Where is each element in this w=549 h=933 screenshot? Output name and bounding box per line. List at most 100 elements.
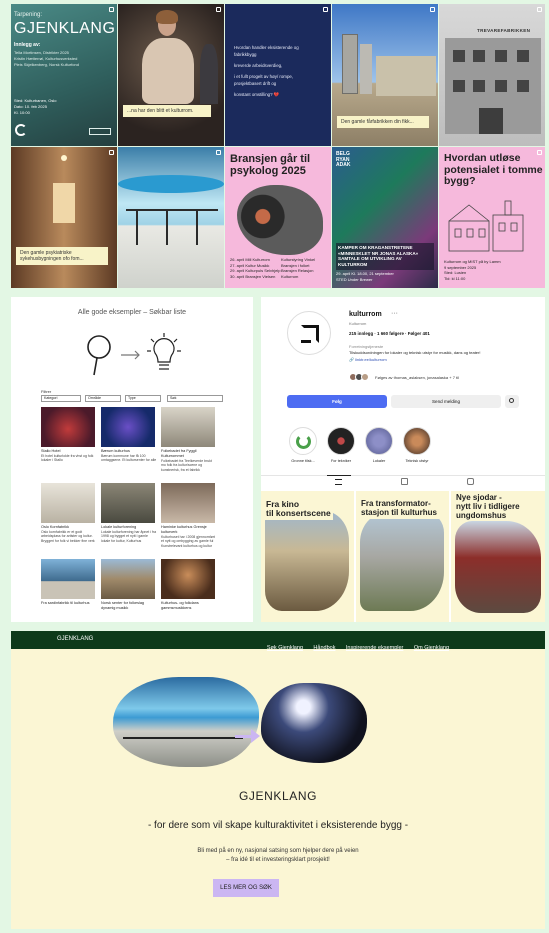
tab-posts[interactable]: [333, 477, 345, 487]
filter-category[interactable]: Kategori: [41, 395, 81, 402]
profile-category: Kulturrom: [349, 321, 367, 326]
example-thumb[interactable]: [41, 483, 95, 523]
example-title[interactable]: Haminke kulturhus Grensje kulturverk: [161, 525, 217, 535]
post-title-line: ungdomshus: [456, 510, 507, 520]
example-thumb[interactable]: [101, 407, 155, 447]
example-thumb[interactable]: [41, 559, 95, 599]
filter-area[interactable]: Område: [85, 395, 121, 402]
example-thumb[interactable]: [41, 407, 95, 447]
multi-post-icon: [109, 150, 114, 155]
highlight[interactable]: [365, 427, 393, 455]
post-question[interactable]: Hvordan handler eksisterende og fabrikkb…: [225, 4, 331, 146]
hero-blob-left: [113, 677, 259, 767]
add-person-icon: [509, 398, 514, 403]
meta-line: Tid: kl 11:00: [444, 275, 466, 281]
post-old-factory[interactable]: Den gamle fårfabrikken din fikk...: [332, 4, 438, 146]
post-hospital-corridor[interactable]: Den gamle psykiatriske sykehusbygningen …: [11, 147, 117, 288]
railing: [126, 209, 218, 211]
highlight[interactable]: [289, 427, 317, 455]
headline-line-2: psykolog 2025: [230, 165, 306, 178]
cta-button[interactable]: LES MER OG SØK: [213, 879, 279, 897]
grid-icon: [335, 479, 342, 485]
magnifier-icon: [87, 335, 111, 376]
performer-dress: [142, 38, 194, 104]
example-title[interactable]: Norsk senter for folkeslag dynamig musik…: [101, 601, 157, 611]
followed-by-text[interactable]: Følges av thomas_aslaksen, jonasalaska +…: [375, 375, 459, 380]
post-kamper-event[interactable]: BELG RYAN ADAK KAMPER OM KRAGANSTRETENE …: [332, 147, 438, 288]
highlight[interactable]: [403, 427, 431, 455]
filter-type[interactable]: Type: [125, 395, 161, 402]
example-thumb[interactable]: [161, 407, 215, 447]
example-title[interactable]: Fra sardinfabrikk til kulturhus: [41, 601, 97, 606]
follow-button[interactable]: Følg: [287, 395, 387, 408]
profile-post[interactable]: Fra kino til konsertscene: [261, 491, 354, 622]
profile-post[interactable]: Fra transformator- stasjon til kulturhus: [356, 491, 449, 622]
post-bransjen-psykolog[interactable]: Bransjen går til psykolog 2025 26. april…: [225, 147, 331, 288]
example-caption: Stallo Hotel Et hotel kulturlokle fra vhs…: [41, 449, 97, 463]
example-thumb[interactable]: [161, 483, 215, 523]
question-text: Hvordan handler eksisterende og fabrikkb…: [234, 44, 326, 98]
site-body-line-2: – fra idé til et investeringsklart prosj…: [226, 857, 330, 863]
example-caption: Lokale kulturforening Lokale kulturforeni…: [101, 525, 157, 544]
more-options-icon[interactable]: ···: [391, 310, 398, 317]
post-gjenklang-event[interactable]: Tarpening: GJENKLANG Innlegg av: Tella M…: [11, 4, 117, 146]
example-desc: Kulturhuset har i 2008 gjennomført et ny…: [161, 534, 215, 548]
example-thumb[interactable]: [101, 483, 155, 523]
headline-line-1: Hvordan utløse: [444, 152, 521, 164]
example-desc: Bærum kommune har få 100 omtaggsene. Et …: [101, 453, 157, 463]
event-speaker-2: Kristin Hætterrøl, Kulturhusverksted: [14, 56, 78, 61]
filter-label: Kategori: [44, 396, 58, 400]
logo-ring-icon: [15, 124, 27, 136]
post-caption: Den gamle fårfabrikken din fikk...: [337, 116, 429, 128]
railing-post: [136, 209, 138, 245]
nav-link-search[interactable]: Søk Gjenklang: [267, 645, 303, 651]
event-time: Kl. 10:00: [14, 110, 30, 115]
lightbulb-icon: [147, 333, 181, 370]
post-trevarefabrikken[interactable]: TREVAREFABRIKKEN: [439, 4, 545, 146]
profile-post[interactable]: Nye sjodar - nytt liv i tidligere ungdom…: [451, 491, 545, 622]
multi-post-icon: [323, 7, 328, 12]
profile-link[interactable]: 🔗 linktr.ee/kulturrom: [349, 357, 387, 362]
highlight[interactable]: [327, 427, 355, 455]
performer-hair: [156, 10, 178, 24]
nav-link-about[interactable]: Om Gjenklang: [414, 645, 449, 651]
search-input[interactable]: Søk: [167, 395, 223, 402]
multi-post-icon: [430, 7, 435, 12]
post-headline: Bransjen går til psykolog 2025: [230, 153, 310, 177]
example-caption: Fra sardinfabrikk til kulturhus: [41, 601, 97, 606]
avatar[interactable]: [287, 311, 331, 355]
tab-tagged[interactable]: [465, 477, 477, 487]
schedule-row: Bransjen Relasjon: [281, 268, 314, 274]
schedule-row: 30. april Bransjen Vielsen: [230, 273, 276, 279]
nav-link-handbook[interactable]: Håndbok: [313, 645, 335, 651]
example-caption: Folkebadet fra Fyggil Kulturrommet Folkeb…: [161, 449, 217, 472]
schedule-row: Kulturrom: [281, 273, 299, 279]
post-performer[interactable]: ...na har den blitt et kulturrom.: [118, 4, 224, 146]
site-nav: Søk Gjenklang Håndbok Inspirerende eksem…: [261, 636, 449, 654]
arrow-head: [251, 729, 260, 743]
tab-reels[interactable]: [399, 477, 411, 487]
highlight-label: Lokaler: [372, 459, 386, 463]
post-title-line: til konsertscene: [266, 508, 331, 519]
message-button[interactable]: Send melding: [391, 395, 501, 408]
recycle-icon: [296, 434, 311, 449]
example-thumb[interactable]: [161, 559, 215, 599]
example-title[interactable]: Kulturhus- og folkdans gammsmusikkens: [161, 601, 217, 611]
tagged-icon: [467, 478, 474, 485]
hero-blob-right: [261, 683, 367, 763]
site-brand[interactable]: GJENKLANG: [57, 636, 93, 642]
highlight-label: Teknisk utstyr: [405, 459, 429, 463]
example-list-panel: Alle gode eksempler – Søkbar liste Filtr…: [11, 297, 253, 622]
event-place: Sted: Kulturbanen, Oslo: [14, 98, 57, 103]
event-meta-2: STED Under Brewer: [336, 277, 373, 282]
post-tomme-bygg[interactable]: Hvordan utløse potensialet i tomme bygg?…: [439, 147, 545, 288]
suggest-user-button[interactable]: [505, 395, 519, 408]
silo: [342, 34, 358, 94]
example-thumb[interactable]: [101, 559, 155, 599]
site-subtitle: - for dere som vil skape kulturaktivitet…: [147, 820, 409, 831]
nav-link-examples[interactable]: Inspirerende eksempler: [346, 645, 403, 651]
example-title[interactable]: Folkebadet fra Fyggil Kulturrommet: [161, 449, 217, 459]
multi-post-icon: [537, 7, 542, 12]
post-pool-hall[interactable]: [118, 147, 224, 288]
question-line-6: konstant omstilling? 💔: [234, 92, 280, 98]
